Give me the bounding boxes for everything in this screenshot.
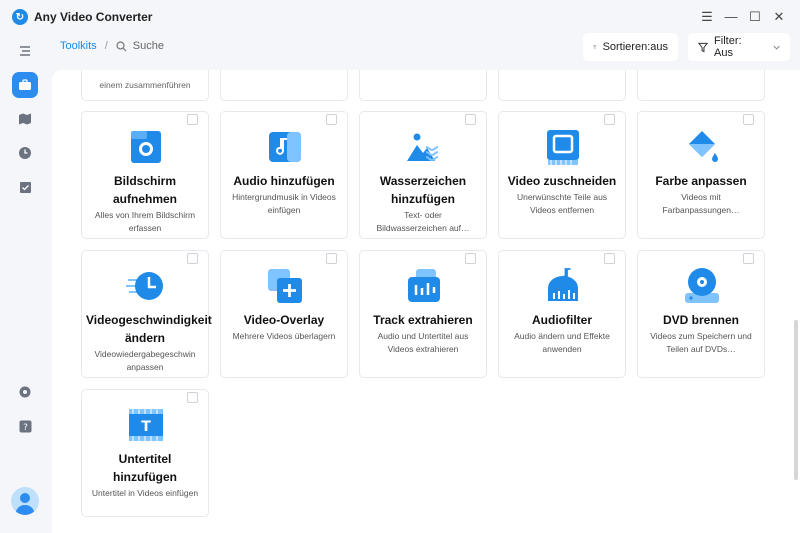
history-icon[interactable] [12,140,38,166]
sort-label: Sortieren:aus [602,41,668,53]
tool-card-desc: Audio ändern und Effekte anwenden [514,331,610,354]
tool-card-desc: einem zusammenführen [99,80,191,90]
breadcrumb-separator: / [104,40,108,52]
tool-card-screen-record[interactable]: Bildschirm aufnehmen Alles von Ihrem Bil… [81,111,209,239]
tool-card-extract-track[interactable]: Track extrahieren Audio und Untertitel a… [359,250,487,378]
card-checkbox[interactable] [326,114,337,125]
settings-icon[interactable] [12,379,38,405]
app-title: Any Video Converter [34,10,153,24]
vertical-scrollbar[interactable] [794,320,798,480]
tool-card-partial[interactable] [220,70,348,101]
sort-icon [593,45,597,49]
tool-card-add-subtitle[interactable]: T Untertitel hinzufügen Untertitel in Vi… [81,389,209,517]
card-checkbox[interactable] [604,114,615,125]
help-icon[interactable]: ? [12,413,38,439]
tool-card-watermark[interactable]: Wasserzeichen hinzufügen Text- oder Bild… [359,111,487,239]
breadcrumb: Toolkits / Suche [60,40,164,52]
search-label: Suche [132,40,164,52]
tool-card-title: Audiofilter [532,313,592,327]
search-icon [116,40,127,51]
sort-button[interactable]: Sortieren:aus [583,33,678,61]
card-checkbox[interactable] [743,253,754,264]
tool-card-video-overlay[interactable]: Video-Overlay Mehrere Videos überlagern [220,250,348,378]
app-logo-icon: ↻ [12,9,28,25]
tool-card-title: Farbe anpassen [655,174,747,188]
tool-card-desc: Hintergrundmusik in Videos einfügen [232,192,336,215]
toolbox-icon[interactable] [12,72,38,98]
tool-card-title: Video-Overlay [243,313,325,327]
tool-card-desc: Audio und Untertitel aus Videos extrahie… [377,331,469,354]
tool-card-desc: Mehrere Videos überlagern [232,331,336,341]
map-icon[interactable] [12,106,38,132]
card-checkbox[interactable] [465,114,476,125]
tool-card-title: Wasserzeichen hinzufügen [379,174,467,206]
svg-text:?: ? [23,423,28,433]
tool-card-add-audio[interactable]: Audio hinzufügen Hintergrundmusik in Vid… [220,111,348,239]
tool-card-crop-video[interactable]: Video zuschneiden Unerwünschte Teile aus… [498,111,626,239]
tool-card-color-adjust[interactable]: Farbe anpassen Videos mit Farbanpassunge… [637,111,765,239]
svg-text:T: T [141,419,151,435]
card-checkbox[interactable] [187,114,198,125]
close-button[interactable]: ✕ [771,9,787,25]
tool-card-desc: Videowiedergabegeschwin anpassen [94,349,196,372]
tool-card-partial[interactable] [637,70,765,101]
tool-card-desc: Unerwünschte Teile aus Videos entfernen [516,192,608,215]
sidebar: ? [0,34,50,533]
tool-card-title: Bildschirm aufnehmen [112,174,177,206]
tool-card-video-speed[interactable]: Videogeschwindigkeit ändern Videowiederg… [81,250,212,378]
card-checkbox[interactable] [465,253,476,264]
card-checkbox[interactable] [743,114,754,125]
add-subtitle-icon: T [129,409,163,441]
filter-dropdown[interactable]: Filter: Aus [688,33,790,61]
tool-card-partial[interactable] [498,70,626,101]
watermark-icon [407,133,439,162]
color-adjust-icon [689,131,718,162]
tool-card-audio-filter[interactable]: Audiofilter Audio ändern und Effekte anw… [498,250,626,378]
card-checkbox[interactable] [187,392,198,403]
tool-card-desc: Text- oder Bildwasserzeichen auf… [376,210,470,233]
crop-video-icon [547,130,579,165]
breadcrumb-toolkits-link[interactable]: Toolkits [60,40,97,52]
maximize-button[interactable]: ☐ [747,9,763,25]
card-checkbox[interactable] [187,253,198,264]
tool-card-desc: Videos mit Farbanpassungen… [662,192,740,215]
tool-card-partial[interactable] [359,70,487,101]
tool-card-title: Track extrahieren [373,313,473,327]
tasks-icon[interactable] [12,174,38,200]
dvd-burn-icon [685,268,719,303]
search-field[interactable]: Suche [116,40,164,52]
tool-card-desc: Untertitel in Videos einfügen [91,488,199,498]
extract-track-icon [408,269,440,302]
title-bar: ↻ Any Video Converter ☰ — ☐ ✕ [0,0,800,34]
chevron-down-icon [773,45,780,50]
tool-card-title: DVD brennen [662,313,739,327]
audio-filter-icon [548,268,578,301]
menu-icon[interactable]: ☰ [699,9,715,25]
tool-card-partial[interactable]: einem zusammenführen [81,70,209,101]
sidebar-collapse-icon[interactable] [12,38,38,64]
filter-icon [698,42,709,52]
add-audio-icon [269,132,301,162]
card-checkbox[interactable] [326,253,337,264]
tool-card-desc: Alles von Ihrem Bildschirm erfassen [94,210,196,233]
tools-grid: einem zusammenführen Bildschirm aufnehme… [52,70,800,533]
card-checkbox[interactable] [604,253,615,264]
filter-label: Filter: Aus [714,35,742,59]
user-avatar[interactable] [11,487,39,515]
tool-card-desc: Videos zum Speichern und Teilen auf DVDs… [650,331,752,354]
tool-card-title: Video zuschneiden [507,174,617,188]
video-speed-icon [126,272,163,300]
minimize-button[interactable]: — [723,9,739,25]
tool-card-title: Videogeschwindigkeit ändern [86,313,212,345]
video-overlay-icon [268,269,302,303]
screen-record-icon [131,131,161,163]
tool-card-dvd-burn[interactable]: DVD brennen Videos zum Speichern und Tei… [637,250,765,378]
tool-card-title: Untertitel hinzufügen [113,452,177,484]
tool-card-title: Audio hinzufügen [233,174,335,188]
